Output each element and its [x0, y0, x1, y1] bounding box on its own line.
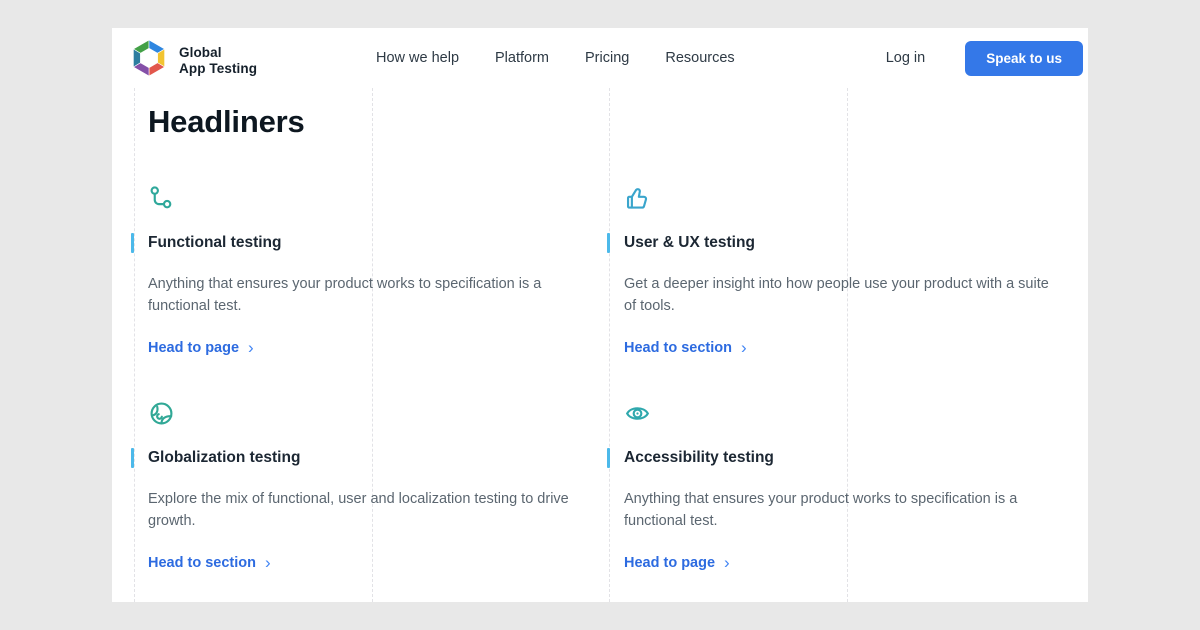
site-header: Global App Testing How we help Platform …: [112, 28, 1088, 88]
speak-to-us-button[interactable]: Speak to us: [965, 41, 1083, 76]
gat-hexagon-logo-icon: [128, 38, 170, 83]
content-sheet: Global App Testing How we help Platform …: [112, 28, 1088, 602]
card-description: Anything that ensures your product works…: [148, 273, 581, 317]
chevron-right-icon: ›: [741, 341, 747, 355]
header-actions: Log in Speak to us: [886, 28, 1083, 88]
card-user-ux-testing: User & UX testing Get a deeper insight i…: [607, 185, 1057, 356]
nav-item-how-we-help[interactable]: How we help: [376, 50, 459, 66]
card-description: Get a deeper insight into how people use…: [624, 273, 1057, 317]
brand-name: Global App Testing: [179, 45, 257, 75]
card-functional-testing: Functional testing Anything that ensures…: [131, 185, 581, 356]
branch-flow-icon: [148, 185, 175, 212]
eye-icon: [624, 400, 651, 427]
thumbs-up-icon: [624, 185, 651, 212]
head-to-section-link[interactable]: Head to section ›: [148, 555, 271, 571]
card-title: Accessibility testing: [624, 448, 1057, 468]
nav-item-platform[interactable]: Platform: [495, 50, 549, 66]
globe-icon: [148, 400, 175, 427]
head-to-page-link[interactable]: Head to page ›: [148, 340, 254, 356]
link-label: Head to section: [624, 340, 732, 356]
link-label: Head to section: [148, 555, 256, 571]
chevron-right-icon: ›: [265, 556, 271, 570]
main-nav: How we help Platform Pricing Resources: [376, 28, 735, 88]
chevron-right-icon: ›: [724, 556, 730, 570]
chevron-right-icon: ›: [248, 341, 254, 355]
link-label: Head to page: [148, 340, 239, 356]
page-title: Headliners: [148, 104, 305, 140]
card-globalization-testing: Globalization testing Explore the mix of…: [131, 400, 581, 571]
card-title: Globalization testing: [148, 448, 581, 468]
nav-item-resources[interactable]: Resources: [665, 50, 734, 66]
card-accessibility-testing: Accessibility testing Anything that ensu…: [607, 400, 1057, 571]
nav-item-pricing[interactable]: Pricing: [585, 50, 629, 66]
login-link[interactable]: Log in: [886, 50, 926, 66]
brand-logo[interactable]: Global App Testing: [128, 38, 257, 83]
card-title: User & UX testing: [624, 233, 1057, 253]
card-description: Explore the mix of functional, user and …: [148, 488, 581, 532]
card-description: Anything that ensures your product works…: [624, 488, 1057, 532]
head-to-section-link[interactable]: Head to section ›: [624, 340, 747, 356]
card-title: Functional testing: [148, 233, 581, 253]
link-label: Head to page: [624, 555, 715, 571]
head-to-page-link[interactable]: Head to page ›: [624, 555, 730, 571]
